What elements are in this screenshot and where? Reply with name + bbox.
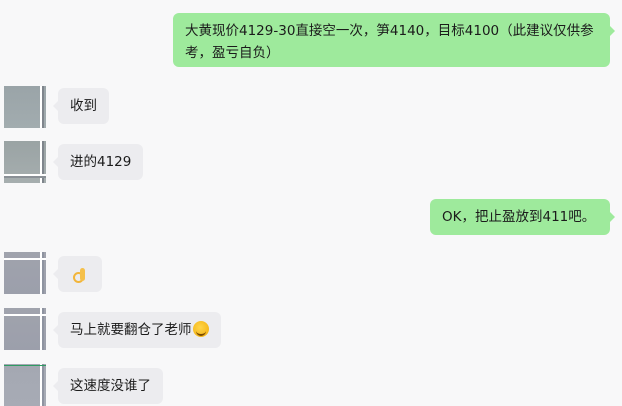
sender-avatar[interactable] (4, 141, 46, 183)
message-text: 马上就要翻仓了老师 (70, 322, 192, 338)
incoming-message-bubble[interactable]: 收到 (53, 88, 109, 124)
message-text-line: 大黄现价4129-30直接空一次，笋4140，目标4100（此建议仅供参 (185, 23, 594, 39)
message-text: 这速度没谁了 (70, 378, 151, 394)
outgoing-message-bubble[interactable]: OK，把止盈放到411吧。 (430, 199, 615, 235)
sender-avatar[interactable] (4, 308, 46, 350)
incoming-message-bubble[interactable]: 马上就要翻仓了老师 (53, 312, 221, 348)
outgoing-message-bubble[interactable]: 大黄现价4129-30直接空一次，笋4140，目标4100（此建议仅供参 考，盈… (173, 13, 615, 67)
message-text: 进的4129 (70, 154, 132, 170)
message-text: OK，把止盈放到411吧。 (442, 209, 596, 225)
incoming-message-bubble[interactable] (53, 256, 102, 292)
sender-avatar[interactable] (4, 364, 46, 406)
message-text: 收到 (70, 98, 97, 114)
message-text-line: 考，盈亏自负） (185, 45, 280, 61)
ok-hand-emoji-icon (72, 266, 86, 284)
laughing-face-emoji-icon (192, 321, 209, 337)
incoming-message-bubble[interactable]: 这速度没谁了 (53, 368, 163, 404)
sender-avatar[interactable] (4, 86, 46, 128)
incoming-message-bubble[interactable]: 进的4129 (52, 144, 144, 180)
sender-avatar[interactable] (4, 252, 46, 294)
